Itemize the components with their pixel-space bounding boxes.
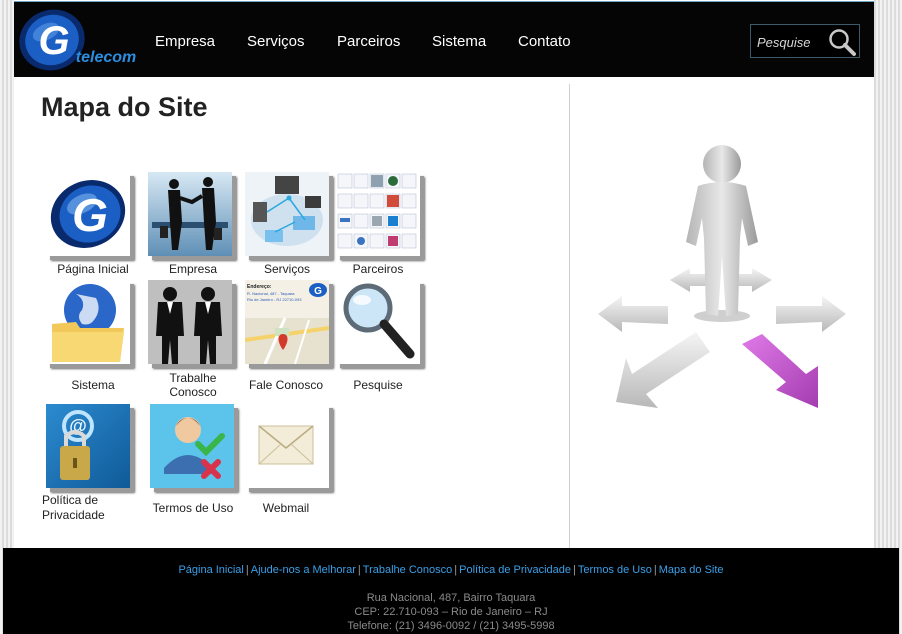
search-box	[750, 24, 860, 58]
search-input[interactable]	[757, 33, 821, 51]
footer-address: Rua Nacional, 487, Bairro Taquara	[366, 592, 536, 604]
tile-label: Sistema	[71, 378, 115, 392]
envelope-icon	[245, 404, 329, 488]
svg-text:Rio de Janeiro - RJ 22710-093: Rio de Janeiro - RJ 22710-093	[247, 297, 302, 302]
tile-label: Privacidade	[42, 508, 105, 522]
globe-folder-icon	[46, 280, 130, 364]
tile-label: Webmail	[262, 501, 310, 515]
padlock-at-icon: @	[46, 404, 130, 488]
svg-text:R. Nacional, 487 - Taquara: R. Nacional, 487 - Taquara	[247, 291, 295, 296]
page-title: Mapa do Site	[41, 92, 208, 122]
tile-label: Conosco	[169, 385, 217, 399]
nav-servicos[interactable]: Serviços	[247, 33, 305, 50]
footer-phone: Telefone: (21) 3496-0092 / (21) 3495-599…	[347, 620, 555, 632]
footer-link-termos[interactable]: Termos de Uso	[578, 564, 652, 576]
tile-label: Política de	[42, 493, 99, 507]
svg-text:Endereço:: Endereço:	[247, 284, 272, 290]
footer-links: Página Inicial | Ajude-nos a Melhorar | Trab…	[178, 564, 724, 576]
site-header: G telecom Empresa Serviços Parceiros Sis…	[14, 1, 874, 77]
footer-link-mapa[interactable]: Mapa do Site	[659, 564, 724, 576]
footer-link-ajude[interactable]: Ajude-nos a Melhorar	[251, 564, 356, 576]
site-footer: Página Inicial | Ajude-nos a Melhorar | Trab…	[3, 548, 899, 634]
tile-label: Trabalhe	[169, 371, 217, 385]
footer-link-politica[interactable]: Política de Privacidade	[459, 564, 571, 576]
footer-link-trabalhe[interactable]: Trabalhe Conosco	[363, 564, 452, 576]
navigation-person-illustration	[592, 138, 854, 422]
tile-label: Termos de Uso	[152, 501, 234, 515]
nav-empresa[interactable]: Empresa	[155, 33, 215, 50]
svg-text:G: G	[72, 189, 108, 241]
tile-label: Empresa	[168, 262, 218, 276]
svg-text:telecom: telecom	[76, 49, 136, 66]
column-divider	[569, 84, 570, 548]
nav-sistema[interactable]: Sistema	[432, 33, 486, 50]
search-button[interactable]	[827, 27, 857, 57]
magnifier-icon	[336, 280, 420, 364]
network-devices-icon	[245, 172, 329, 256]
handshake-icon	[148, 172, 232, 256]
magnifier-icon	[829, 29, 856, 56]
tile-label: Parceiros	[352, 262, 404, 276]
company-logo[interactable]: G telecom	[16, 4, 156, 74]
g-logo-icon: G	[46, 172, 130, 256]
businessmen-icon	[148, 280, 232, 364]
nav-parceiros[interactable]: Parceiros	[337, 33, 400, 50]
partners-grid-icon	[336, 172, 420, 256]
footer-cep: CEP: 22.710-093 – Rio de Janeiro – RJ	[354, 606, 548, 618]
tile-label: Fale Conosco	[248, 378, 324, 392]
tile-label: Serviços	[263, 262, 310, 276]
map-contact-icon: G Endereço: R. Nacional, 487 - Taquara R…	[245, 280, 329, 364]
tile-label: Pesquise	[353, 378, 403, 392]
svg-text:G: G	[38, 19, 69, 63]
user-check-icon	[150, 404, 234, 488]
svg-text:G: G	[314, 286, 322, 297]
footer-link-pagina-inicial[interactable]: Página Inicial	[178, 564, 243, 576]
tile-label: Página Inicial	[57, 262, 129, 276]
nav-contato[interactable]: Contato	[518, 33, 571, 50]
